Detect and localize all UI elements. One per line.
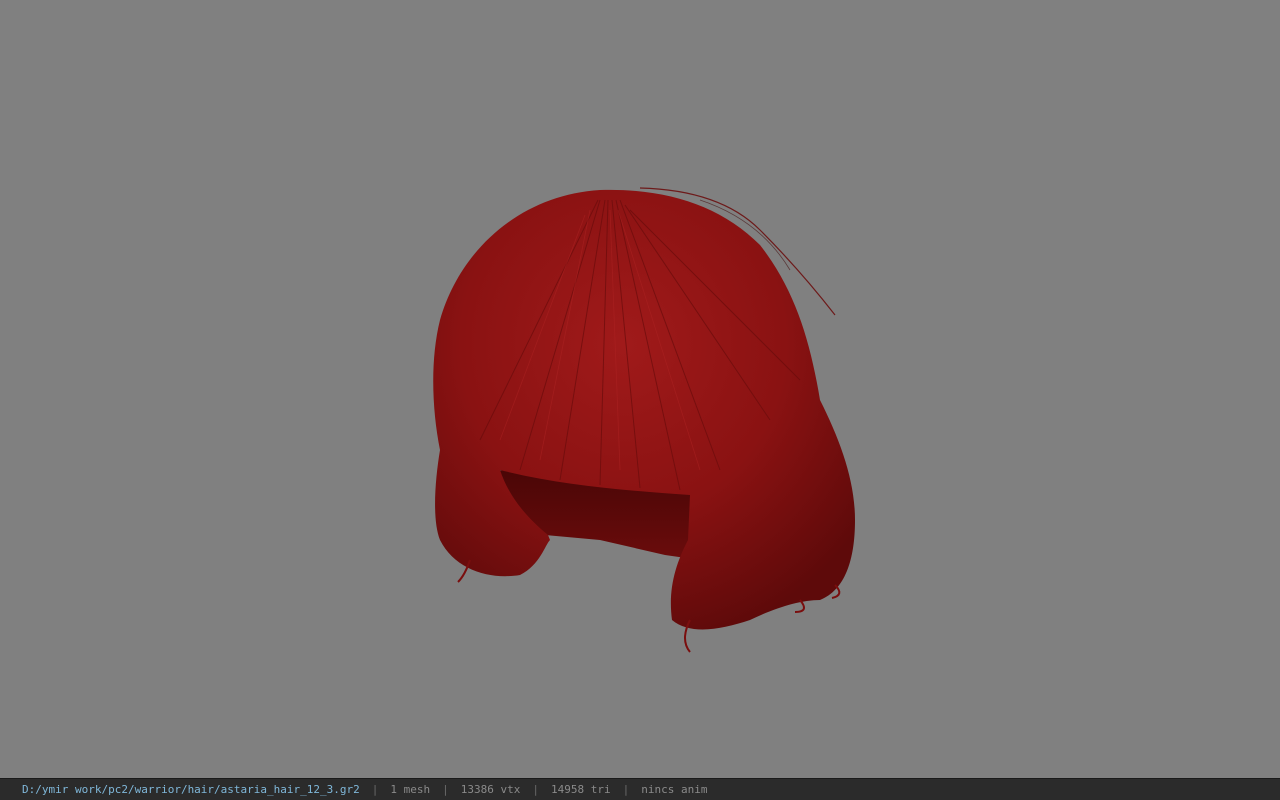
3d-viewport[interactable] <box>0 0 1280 778</box>
separator: | <box>532 783 539 796</box>
separator: | <box>622 783 630 796</box>
animation-status: nincs anim <box>641 783 708 796</box>
vertex-count: 13386 vtx <box>460 783 521 796</box>
file-path: D:/ymir work/pc2/warrior/hair/astaria_ha… <box>22 783 360 796</box>
status-bar: D:/ymir work/pc2/warrior/hair/astaria_ha… <box>0 778 1280 800</box>
separator: | <box>442 783 449 796</box>
mesh-count: 1 mesh <box>390 783 431 796</box>
triangle-count: 14958 tri <box>551 783 611 796</box>
hair-model-render[interactable] <box>0 0 1280 778</box>
separator: | <box>371 783 379 796</box>
